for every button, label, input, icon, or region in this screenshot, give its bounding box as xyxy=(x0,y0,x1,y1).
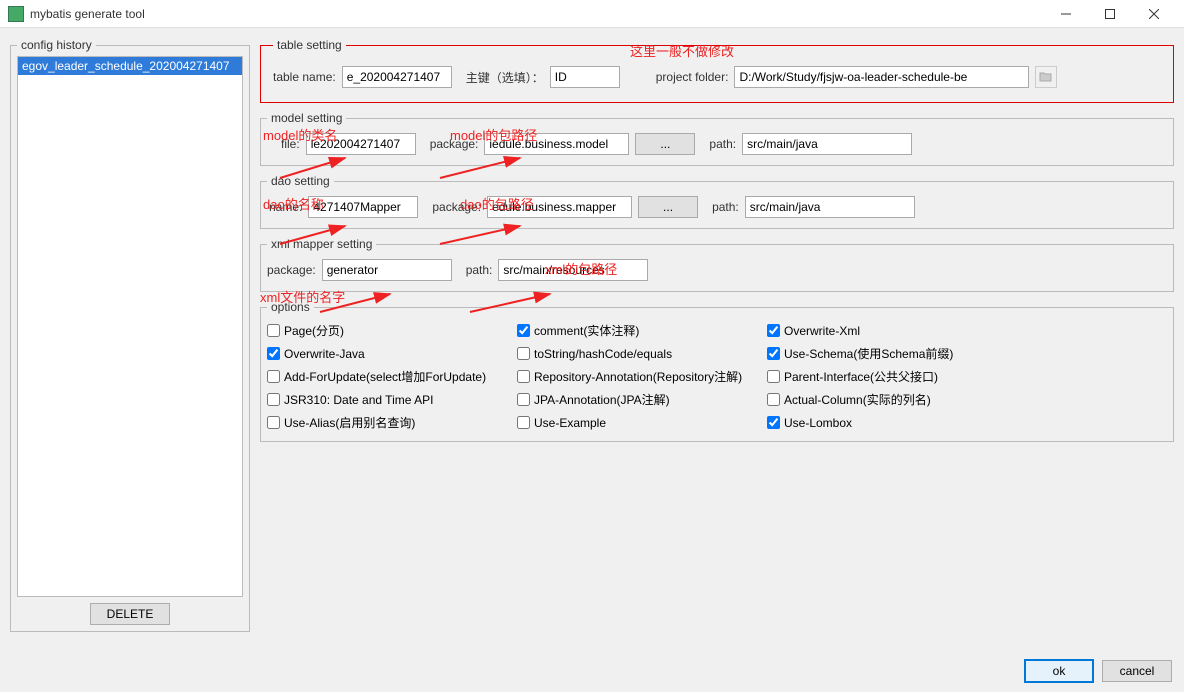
option-item: Page(分页) xyxy=(267,322,517,339)
option-item: Overwrite-Java xyxy=(267,345,517,362)
option-checkbox[interactable] xyxy=(767,324,780,337)
minimize-button[interactable] xyxy=(1044,0,1088,28)
model-file-input[interactable] xyxy=(306,133,416,155)
option-label: comment(实体注释) xyxy=(534,322,639,339)
option-label: Use-Schema(使用Schema前缀) xyxy=(784,345,953,362)
option-label: Actual-Column(实际的列名) xyxy=(784,391,931,408)
project-folder-input[interactable] xyxy=(734,66,1029,88)
xml-path-input[interactable] xyxy=(498,259,648,281)
table-setting: table setting table name: 主键（选填）： projec… xyxy=(260,38,1174,103)
dao-name-label: name: xyxy=(269,200,302,214)
config-history-panel: config history egov_leader_schedule_2020… xyxy=(10,38,250,632)
dao-browse-button[interactable]: ... xyxy=(638,196,698,218)
config-history-legend: config history xyxy=(17,38,96,52)
option-checkbox[interactable] xyxy=(517,416,530,429)
option-item: Actual-Column(实际的列名) xyxy=(767,391,1017,408)
option-item: toString/hashCode/equals xyxy=(517,345,767,362)
option-item: JPA-Annotation(JPA注解) xyxy=(517,391,767,408)
dao-path-input[interactable] xyxy=(745,196,915,218)
window-title: mybatis generate tool xyxy=(30,7,1044,21)
model-package-input[interactable] xyxy=(484,133,629,155)
pk-label: 主键（选填）： xyxy=(466,69,544,86)
option-item: Overwrite-Xml xyxy=(767,322,1017,339)
option-item: comment(实体注释) xyxy=(517,322,767,339)
option-checkbox[interactable] xyxy=(267,324,280,337)
option-checkbox[interactable] xyxy=(767,416,780,429)
option-checkbox[interactable] xyxy=(767,370,780,383)
option-checkbox[interactable] xyxy=(267,416,280,429)
footer-bar: ok cancel xyxy=(0,650,1184,692)
dao-package-input[interactable] xyxy=(487,196,632,218)
option-item: Use-Alias(启用别名查询) xyxy=(267,414,517,431)
history-list[interactable]: egov_leader_schedule_202004271407 xyxy=(17,56,243,597)
option-label: Add-ForUpdate(select增加ForUpdate) xyxy=(284,368,486,385)
model-setting: model setting file: package: ... path: xyxy=(260,111,1174,166)
option-label: Use-Lombox xyxy=(784,416,852,430)
option-item: Repository-Annotation(Repository注解) xyxy=(517,368,767,385)
option-label: Use-Alias(启用别名查询) xyxy=(284,414,415,431)
project-folder-label: project folder: xyxy=(656,70,729,84)
cancel-button[interactable]: cancel xyxy=(1102,660,1172,682)
app-icon xyxy=(8,6,24,22)
ok-button[interactable]: ok xyxy=(1024,659,1094,683)
option-item: Add-ForUpdate(select增加ForUpdate) xyxy=(267,368,517,385)
model-package-label: package: xyxy=(430,137,479,151)
options-panel: options Page(分页) comment(实体注释) Overwrite-X… xyxy=(260,300,1174,442)
model-browse-button[interactable]: ... xyxy=(635,133,695,155)
option-checkbox[interactable] xyxy=(517,370,530,383)
options-legend: options xyxy=(267,300,314,314)
xml-path-label: path: xyxy=(466,263,493,277)
option-label: JSR310: Date and Time API xyxy=(284,393,433,407)
folder-browse-icon[interactable] xyxy=(1035,66,1057,88)
xml-package-input[interactable] xyxy=(322,259,452,281)
option-label: Overwrite-Xml xyxy=(784,324,860,338)
option-label: Repository-Annotation(Repository注解) xyxy=(534,368,742,385)
table-setting-legend: table setting xyxy=(273,38,346,52)
option-label: Parent-Interface(公共父接口) xyxy=(784,368,938,385)
xml-setting-legend: xml mapper setting xyxy=(267,237,376,251)
dao-setting: dao setting name: package: ... path: xyxy=(260,174,1174,229)
xml-mapper-setting: xml mapper setting package: path: xyxy=(260,237,1174,292)
option-item: Use-Lombox xyxy=(767,414,1017,431)
option-checkbox[interactable] xyxy=(767,393,780,406)
option-item: Use-Schema(使用Schema前缀) xyxy=(767,345,1017,362)
option-label: JPA-Annotation(JPA注解) xyxy=(534,391,670,408)
delete-button[interactable]: DELETE xyxy=(90,603,171,625)
dao-name-input[interactable] xyxy=(308,196,418,218)
dao-setting-legend: dao setting xyxy=(267,174,334,188)
model-path-input[interactable] xyxy=(742,133,912,155)
table-name-input[interactable] xyxy=(342,66,452,88)
option-checkbox[interactable] xyxy=(267,347,280,360)
option-checkbox[interactable] xyxy=(767,347,780,360)
option-label: Overwrite-Java xyxy=(284,347,365,361)
option-label: Use-Example xyxy=(534,416,606,430)
model-setting-legend: model setting xyxy=(267,111,346,125)
option-label: toString/hashCode/equals xyxy=(534,347,672,361)
option-item: Parent-Interface(公共父接口) xyxy=(767,368,1017,385)
xml-package-label: package: xyxy=(267,263,316,277)
title-bar: mybatis generate tool xyxy=(0,0,1184,28)
option-checkbox[interactable] xyxy=(517,347,530,360)
model-file-label: file: xyxy=(281,137,300,151)
option-checkbox[interactable] xyxy=(267,393,280,406)
option-checkbox[interactable] xyxy=(517,324,530,337)
option-item: Use-Example xyxy=(517,414,767,431)
option-label: Page(分页) xyxy=(284,322,344,339)
dao-package-label: package: xyxy=(432,200,481,214)
model-path-label: path: xyxy=(709,137,736,151)
option-checkbox[interactable] xyxy=(267,370,280,383)
option-checkbox[interactable] xyxy=(517,393,530,406)
pk-input[interactable] xyxy=(550,66,620,88)
close-button[interactable] xyxy=(1132,0,1176,28)
maximize-button[interactable] xyxy=(1088,0,1132,28)
table-name-label: table name: xyxy=(273,70,336,84)
dao-path-label: path: xyxy=(712,200,739,214)
option-item: JSR310: Date and Time API xyxy=(267,391,517,408)
history-item[interactable]: egov_leader_schedule_202004271407 xyxy=(18,57,242,75)
